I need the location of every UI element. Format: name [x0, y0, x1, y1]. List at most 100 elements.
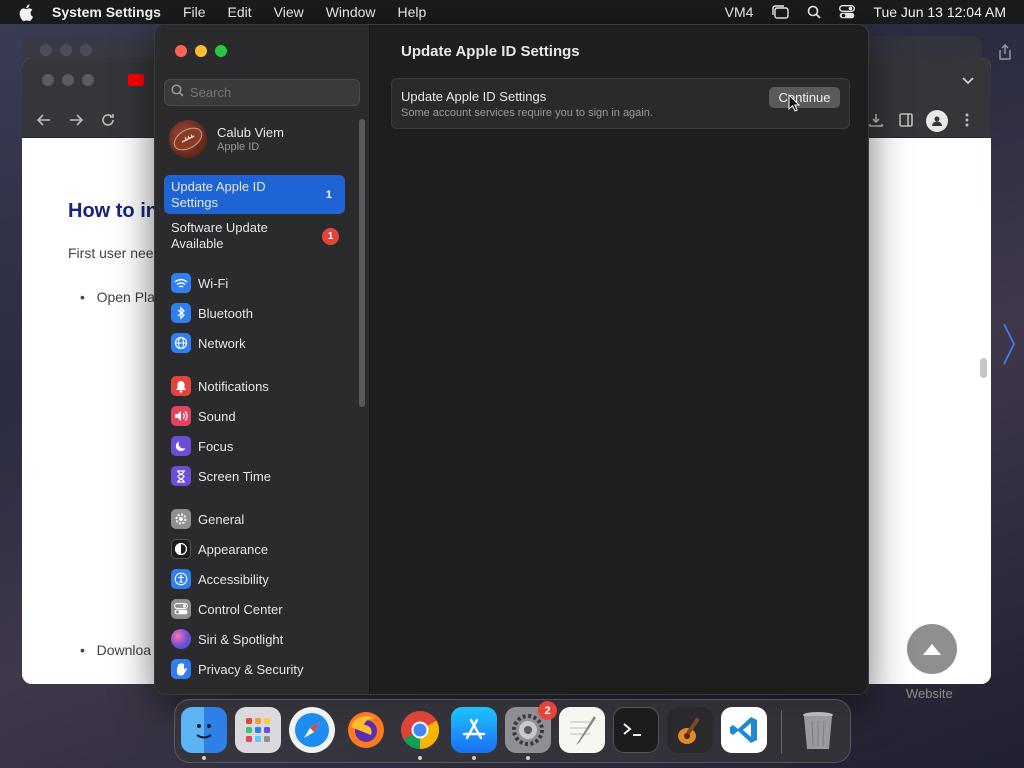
stage-manager-icon[interactable] [771, 5, 790, 19]
menu-window[interactable]: Window [326, 4, 376, 20]
browser-forward-icon[interactable] [68, 112, 84, 133]
account-subtitle: Apple ID [217, 141, 260, 153]
dock: 2 [174, 699, 851, 763]
next-arrow-icon[interactable] [1002, 322, 1016, 371]
sidebar-item-label: Bluetooth [198, 305, 253, 321]
running-indicator [526, 756, 530, 760]
web-footer-text: Website [906, 686, 953, 701]
sidebar-item-label: Focus [198, 438, 234, 454]
settings-detail-pane: Update Apple ID Settings Update Apple ID… [371, 25, 868, 694]
sidebar-item-siri-spotlight[interactable]: Siri & Spotlight [171, 627, 283, 651]
page-scrollbar[interactable] [980, 358, 987, 378]
screen-time-hourglass-icon [171, 466, 191, 486]
menu-file[interactable]: File [183, 4, 206, 20]
sidebar-item-bluetooth[interactable]: Bluetooth [171, 301, 253, 325]
general-gear-icon [171, 509, 191, 529]
web-heading: How to in [68, 200, 158, 222]
sidebar-item-label: Network [198, 335, 246, 351]
sidebar-item-network[interactable]: Network [171, 331, 246, 355]
system-settings-icon[interactable]: 2 [505, 701, 557, 760]
window-zoom-icon[interactable] [215, 45, 227, 57]
dock-notification-badge: 2 [538, 701, 557, 720]
chrome-icon[interactable] [397, 707, 443, 760]
continue-button[interactable]: Continue [769, 87, 840, 108]
menu-help[interactable]: Help [398, 4, 427, 20]
sidebar-item-label: Appearance [198, 541, 269, 557]
share-icon[interactable] [998, 44, 1012, 65]
notifications-bell-icon [171, 376, 191, 396]
web-bullet-2: • Downloa [80, 642, 152, 658]
vscode-icon[interactable] [721, 707, 767, 753]
window-controls [175, 45, 227, 57]
spotlight-search-icon[interactable] [807, 5, 822, 19]
browser-menu-icon[interactable] [965, 112, 969, 133]
terminal-icon[interactable] [613, 707, 659, 753]
browser-minimize-icon[interactable] [62, 74, 74, 86]
sidebar-item-appearance[interactable]: Appearance [171, 537, 268, 561]
back-window-close-icon [40, 44, 52, 56]
sidebar-item-focus[interactable]: Focus [171, 434, 233, 458]
dock-separator [781, 710, 782, 754]
sidebar-item-software-update[interactable]: Software Update Available 1 [164, 218, 345, 254]
sidebar-scrollbar[interactable] [359, 119, 365, 407]
sidebar-item-control-center[interactable]: Control Center [171, 597, 283, 621]
sidebar-item-privacy-security[interactable]: Privacy & Security [171, 657, 303, 681]
focus-moon-icon [171, 436, 191, 456]
launchpad-icon[interactable] [235, 707, 281, 753]
firefox-icon[interactable] [343, 707, 389, 753]
trash-icon[interactable] [795, 707, 841, 753]
update-apple-id-card: Update Apple ID Settings Some account se… [391, 78, 850, 129]
browser-reload-icon[interactable] [100, 112, 116, 133]
sidebar-search-field[interactable] [164, 79, 360, 106]
alert-count: 1 [325, 188, 332, 201]
safari-icon[interactable] [289, 707, 335, 753]
search-input[interactable] [190, 85, 350, 100]
sidebar-item-sound[interactable]: Sound [171, 404, 236, 428]
sidebar-item-notifications[interactable]: Notifications [171, 374, 269, 398]
sidebar-item-update-apple-id[interactable]: Update Apple ID Settings 1 [164, 175, 345, 214]
app-store-icon[interactable] [451, 707, 497, 760]
menu-view[interactable]: View [274, 4, 304, 20]
browser-zoom-icon[interactable] [82, 74, 94, 86]
card-description: Some account services require you to sig… [401, 107, 653, 119]
browser-close-icon[interactable] [42, 74, 54, 86]
sidebar-item-label: Sound [198, 408, 236, 424]
status-vm-label[interactable]: VM4 [725, 4, 754, 20]
apple-id-account-row[interactable]: Calub Viem Apple ID [169, 120, 284, 158]
finder-icon[interactable] [181, 707, 227, 760]
menu-edit[interactable]: Edit [228, 4, 252, 20]
window-close-icon[interactable] [175, 45, 187, 57]
sidebar-item-wifi[interactable]: Wi-Fi [171, 271, 228, 295]
menubar-clock[interactable]: Tue Jun 13 12:04 AM [873, 4, 1006, 20]
web-bullet-1: • Open Pla [80, 289, 155, 305]
sidebar-item-label: Update Apple ID Settings [171, 178, 266, 210]
software-update-badge: 1 [322, 227, 339, 245]
control-center-menubar-icon[interactable] [839, 5, 856, 19]
sidebar-item-accessibility[interactable]: Accessibility [171, 567, 269, 591]
textedit-icon[interactable] [559, 707, 605, 753]
control-center-icon [171, 599, 191, 619]
youtube-favicon-icon[interactable] [128, 74, 144, 86]
sidebar-item-label: Privacy & Security [198, 661, 304, 677]
appearance-icon [171, 539, 191, 559]
browser-sidepanel-icon[interactable] [898, 112, 914, 133]
sidebar-item-general[interactable]: General [171, 507, 244, 531]
wifi-icon [171, 273, 191, 293]
avatar [169, 120, 207, 158]
settings-sidebar: Calub Viem Apple ID Update Apple ID Sett… [155, 25, 370, 694]
sidebar-item-label: Wi-Fi [198, 275, 229, 291]
sidebar-item-label: Screen Time [198, 468, 271, 484]
sidebar-item-label: Control Center [198, 601, 283, 617]
menu-app-name[interactable]: System Settings [52, 4, 161, 20]
apple-logo-icon[interactable] [18, 3, 34, 21]
tab-list-chevron-icon[interactable] [962, 72, 974, 90]
browser-download-icon[interactable] [868, 112, 884, 133]
scroll-to-top-button[interactable] [907, 624, 957, 674]
browser-back-icon[interactable] [36, 112, 52, 133]
sidebar-item-screen-time[interactable]: Screen Time [171, 464, 271, 488]
sidebar-item-label: Software Update Available [171, 220, 268, 251]
window-minimize-icon[interactable] [195, 45, 207, 57]
garageband-icon[interactable] [667, 707, 713, 753]
browser-profile-icon[interactable] [926, 110, 948, 132]
sidebar-item-label: Notifications [198, 378, 269, 394]
